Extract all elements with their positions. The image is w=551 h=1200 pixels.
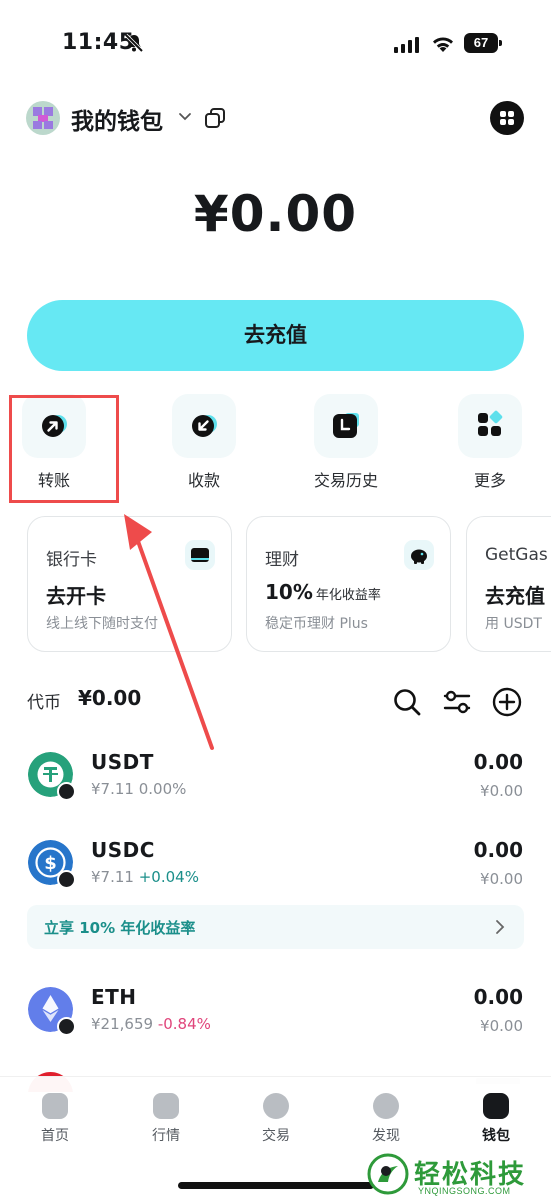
home-icon (42, 1093, 68, 1119)
card-main: 10% 年化收益率 (265, 580, 381, 604)
token-amount: 0.00 (473, 838, 523, 862)
home-indicator (178, 1182, 374, 1189)
token-amount: 0.00 (473, 985, 523, 1009)
cellular-signal-icon (394, 37, 419, 53)
card-wealth[interactable]: 理财 10% 年化收益率 稳定币理财 Plus (246, 516, 451, 652)
action-history[interactable]: 交易历史 (292, 394, 402, 494)
nav-label: 发现 (372, 1128, 400, 1144)
action-receive[interactable]: 收款 (150, 394, 260, 494)
grid-more-icon (478, 410, 503, 436)
token-price: ¥7.11 0.00% (91, 780, 187, 798)
token-symbol: ETH (91, 985, 137, 1009)
bank-card-icon (185, 540, 215, 570)
swap-icon (263, 1093, 289, 1119)
chain-badge-icon (57, 870, 76, 889)
copy-icon[interactable] (204, 107, 226, 129)
nav-discover[interactable]: 发现 (346, 1093, 426, 1153)
card-main: 去充值 (485, 584, 545, 608)
card-title: 银行卡 (46, 550, 97, 570)
grid-icon (500, 111, 514, 125)
token-row-eth[interactable]: ETH ¥21,659 -0.84% 0.00 ¥0.00 (0, 985, 551, 1057)
apps-grid-button[interactable] (490, 101, 524, 135)
action-label: 交易历史 (313, 471, 378, 490)
clock-icon (333, 413, 359, 438)
token-symbol: USDC (91, 838, 155, 862)
topup-button[interactable]: 去充值 (27, 300, 524, 371)
chevron-right-icon (496, 920, 505, 934)
search-icon[interactable] (391, 686, 423, 718)
status-bar: 11:45 67 (0, 0, 551, 90)
chevron-down-icon[interactable] (178, 112, 192, 122)
yield-promo-banner[interactable]: 立享 10% 年化收益率 (27, 905, 524, 949)
card-main: 去开卡 (46, 584, 106, 608)
bell-off-icon (124, 33, 144, 53)
token-row-usdt[interactable]: USDT ¥7.11 0.00% 0.00 ¥0.00 (0, 750, 551, 822)
nav-label: 行情 (152, 1128, 180, 1144)
wifi-icon (433, 37, 453, 52)
token-value: ¥0.00 (480, 1017, 523, 1035)
site-watermark: 轻松科技 YNQINGSONG.COM (362, 1150, 551, 1200)
card-title: GetGas (485, 545, 548, 565)
token-amount: 0.00 (473, 750, 523, 774)
wallet-avatar (26, 101, 60, 135)
nav-label: 交易 (262, 1128, 290, 1144)
add-token-icon[interactable] (491, 686, 523, 718)
token-symbol: USDT (91, 750, 154, 774)
chain-badge-icon (57, 782, 76, 801)
card-subtitle: 线上线下随时支付 (46, 616, 158, 632)
card-title: 理财 (265, 550, 299, 570)
arrow-down-left-icon (192, 415, 217, 437)
annotation-highlight-box (9, 395, 119, 503)
nav-wallet[interactable]: 钱包 (456, 1093, 536, 1153)
token-price: ¥21,659 -0.84% (91, 1015, 211, 1033)
action-label: 更多 (473, 471, 506, 490)
token-row-usdc[interactable]: $ USDC ¥7.11 +0.04% 0.00 ¥0.00 (0, 838, 551, 910)
card-subtitle: 稳定币理财 Plus (265, 616, 368, 632)
watermark-domain: YNQINGSONG.COM (418, 1186, 511, 1196)
svg-text:$: $ (44, 853, 57, 874)
nav-market[interactable]: 行情 (126, 1093, 206, 1153)
tokens-total: ¥0.00 (78, 686, 142, 710)
piggy-bank-icon (404, 540, 434, 570)
tokens-label: 代币 (27, 693, 61, 713)
action-more[interactable]: 更多 (436, 394, 546, 494)
nav-label: 首页 (41, 1128, 69, 1144)
promo-text: 立享 10% 年化收益率 (44, 919, 196, 937)
nav-trade[interactable]: 交易 (236, 1093, 316, 1153)
chain-badge-icon (57, 1017, 76, 1036)
wallet-icon (483, 1093, 509, 1119)
compass-icon (373, 1093, 399, 1119)
token-value: ¥0.00 (480, 870, 523, 888)
card-bank[interactable]: 银行卡 去开卡 线上线下随时支付 (27, 516, 232, 652)
nav-home[interactable]: 首页 (15, 1093, 95, 1153)
trend-chart-icon (153, 1093, 179, 1119)
wallet-name[interactable]: 我的钱包 (71, 102, 163, 136)
battery-level: 67 (464, 33, 498, 53)
token-price: ¥7.11 +0.04% (91, 868, 199, 886)
total-balance: ¥0.00 (193, 185, 358, 243)
card-getgas[interactable]: GetGas 去充值 用 USDT (466, 516, 551, 652)
wallet-switcher[interactable]: 我的钱包 (26, 100, 286, 136)
watermark-logo-icon (367, 1153, 409, 1195)
filter-sliders-icon[interactable] (441, 686, 473, 718)
token-value: ¥0.00 (480, 782, 523, 800)
action-label: 收款 (187, 471, 220, 490)
card-subtitle: 用 USDT (485, 616, 542, 632)
nav-label: 钱包 (482, 1128, 510, 1144)
battery-icon: 67 (464, 33, 502, 53)
